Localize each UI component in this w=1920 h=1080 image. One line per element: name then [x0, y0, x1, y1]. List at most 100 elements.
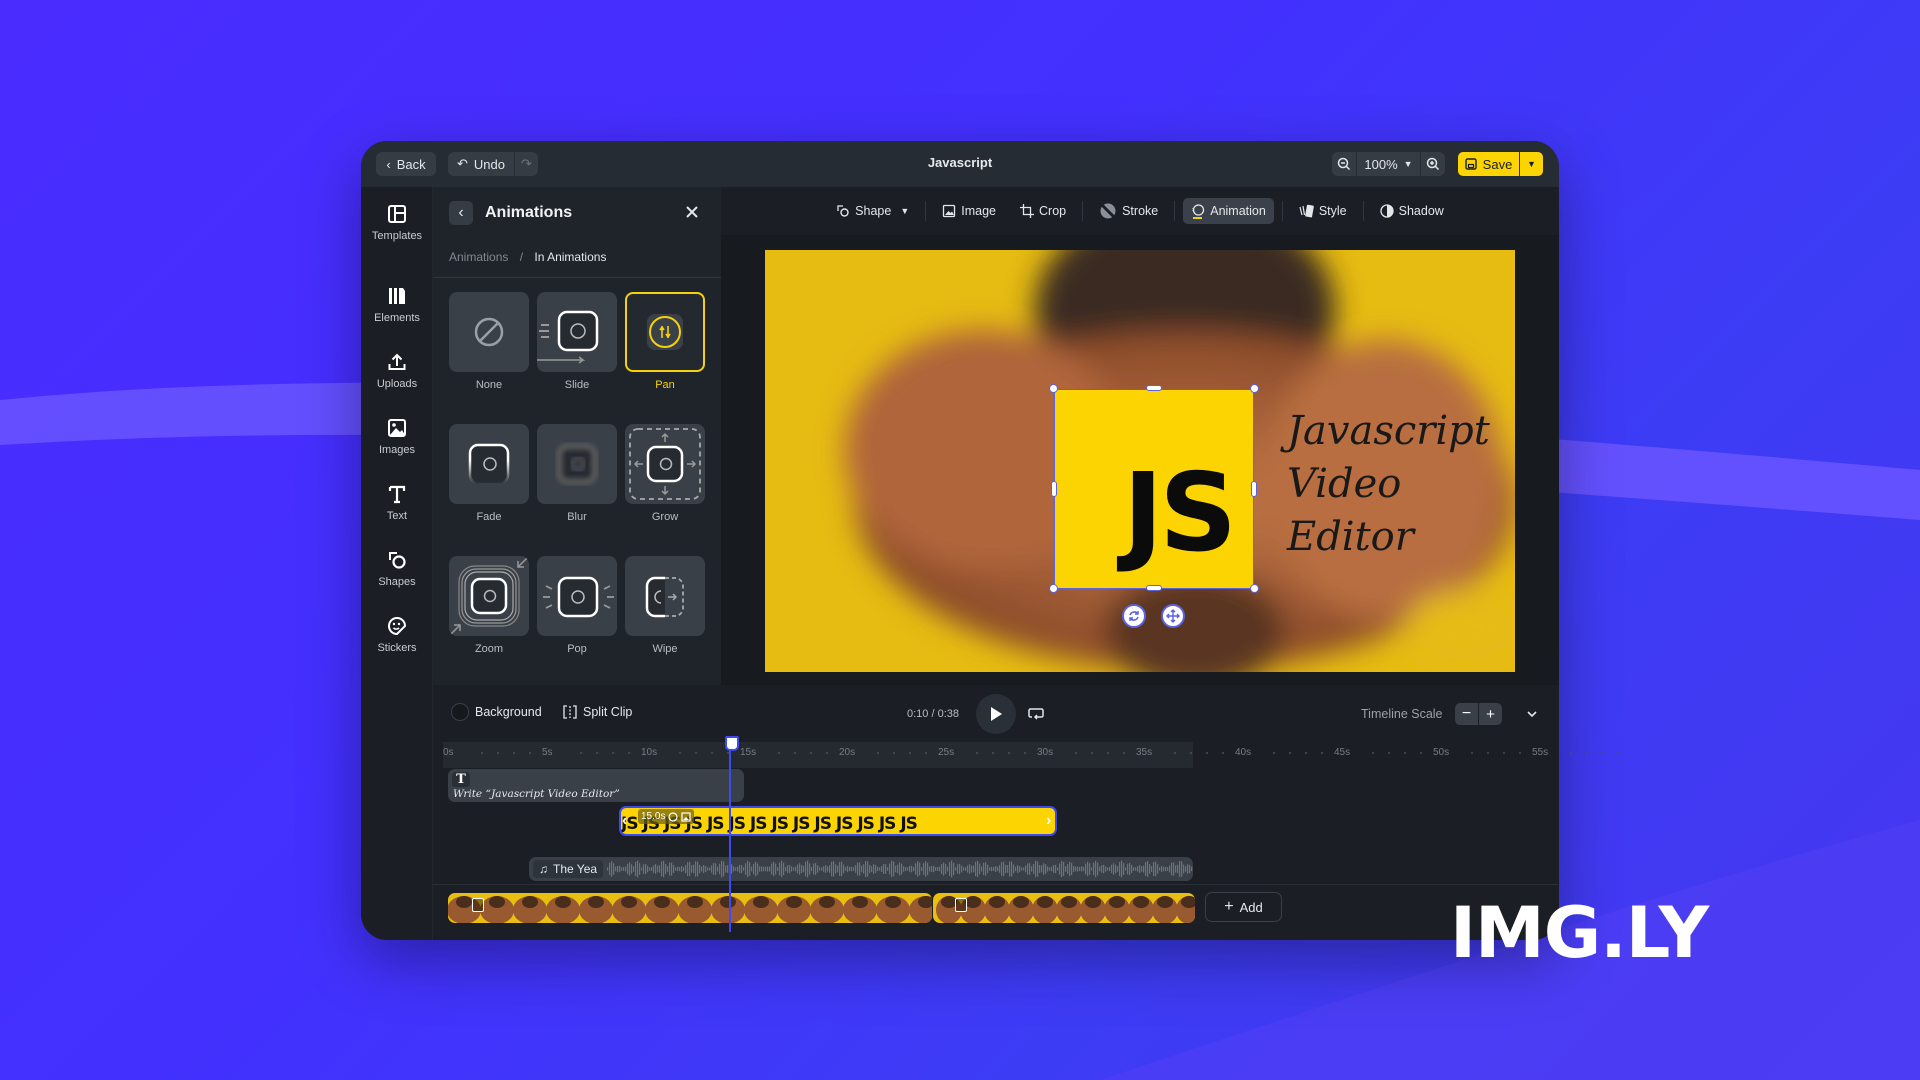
rotate-icon — [1129, 611, 1139, 621]
caption-text[interactable]: Javascript Video Editor — [1287, 405, 1490, 564]
tool-style[interactable]: Style — [1291, 198, 1355, 224]
video-clip-1-thumbnails — [448, 893, 932, 923]
video-clip-2[interactable] — [933, 893, 1195, 923]
ruler-tick: 45s — [1334, 747, 1351, 758]
timeline-scale-increase[interactable]: + — [1479, 703, 1502, 725]
animation-grow[interactable] — [625, 424, 705, 504]
ruler-tick: 20s — [839, 747, 856, 758]
animation-zoom[interactable] — [449, 556, 529, 636]
loop-icon[interactable] — [1028, 707, 1044, 721]
animation-pan[interactable] — [625, 292, 705, 372]
upload-icon — [388, 353, 406, 370]
ruler-tick: 25s — [938, 747, 955, 758]
nav-stickers[interactable]: Stickers — [361, 615, 433, 667]
play-button[interactable] — [976, 694, 1016, 734]
clip-trim-left[interactable]: ‹ — [622, 812, 630, 830]
nav-shapes[interactable]: Shapes — [361, 549, 433, 601]
audio-clip[interactable]: ♫ The Yea — [529, 857, 1193, 881]
shape-icon — [837, 205, 849, 217]
ruler-subtick — [1570, 752, 1572, 754]
text-clip[interactable]: T Write “Javascript Video Editor” — [448, 769, 744, 802]
caret-down-icon: ▼ — [1527, 159, 1536, 169]
animation-fade[interactable] — [449, 424, 529, 504]
ruler-subtick — [1321, 752, 1323, 754]
add-clip-button[interactable]: + Add — [1205, 892, 1282, 922]
playhead[interactable] — [725, 736, 739, 932]
tool-shadow[interactable]: Shadow — [1372, 198, 1452, 224]
divider — [1281, 201, 1283, 221]
animation-icon — [668, 811, 679, 822]
tool-animation[interactable]: Animation — [1183, 198, 1274, 224]
nav-text[interactable]: Text — [361, 483, 433, 535]
divider — [433, 884, 1558, 885]
resize-handle-right[interactable] — [1251, 481, 1257, 497]
caret-down-icon: ▼ — [1403, 159, 1413, 169]
animation-pop[interactable] — [537, 556, 617, 636]
resize-handle-tl[interactable] — [1049, 384, 1058, 393]
animation-none[interactable] — [449, 292, 529, 372]
ruler-subtick — [596, 752, 598, 754]
breadcrumb-root[interactable]: Animations — [449, 250, 508, 264]
resize-handle-bottom[interactable] — [1146, 585, 1162, 591]
ruler-subtick — [877, 752, 879, 754]
ruler-subtick — [1586, 752, 1588, 754]
divider — [925, 201, 927, 221]
ruler-subtick — [1273, 752, 1275, 754]
clip-trim-right[interactable]: › — [1046, 812, 1054, 830]
nav-images[interactable]: Images — [361, 417, 433, 469]
ruler-subtick — [1123, 752, 1125, 754]
zoom-out-button[interactable] — [1332, 152, 1356, 176]
save-options-button[interactable]: ▼ — [1520, 152, 1543, 176]
nav-templates[interactable]: Templates — [361, 203, 433, 255]
ruler-subtick — [1190, 752, 1192, 754]
split-clip-button[interactable]: Split Clip — [563, 705, 632, 719]
resize-handle-bl[interactable] — [1049, 584, 1058, 593]
animations-panel: ‹ Animations Animations / In Animations … — [433, 187, 721, 685]
logo-clip[interactable]: JS JS JS JS JS JS JS JS JS JS JS JS JS J… — [619, 806, 1057, 836]
sticker-icon — [388, 616, 407, 636]
divider — [433, 277, 721, 278]
js-logo-element[interactable]: JS — [1054, 389, 1254, 589]
animation-blur[interactable] — [537, 424, 617, 504]
none-icon — [474, 317, 504, 347]
ruler-subtick — [1519, 752, 1521, 754]
timeline-scale-decrease[interactable]: − — [1455, 703, 1478, 725]
animation-slide[interactable] — [537, 292, 617, 372]
timeline-scale-label: Timeline Scale — [1361, 707, 1443, 721]
resize-handle-left[interactable] — [1051, 481, 1057, 497]
resize-handle-top[interactable] — [1146, 385, 1162, 391]
move-button[interactable] — [1161, 604, 1185, 628]
resize-handle-tr[interactable] — [1250, 384, 1259, 393]
panel-back-button[interactable]: ‹ — [449, 201, 473, 225]
tool-stroke[interactable]: Stroke — [1091, 198, 1166, 224]
video-clip-1[interactable] — [448, 893, 932, 923]
ruler-subtick — [1008, 752, 1010, 754]
collapse-timeline-icon[interactable] — [1526, 710, 1538, 718]
ruler-tick: 30s — [1037, 747, 1054, 758]
ruler-tick: 15s — [740, 747, 757, 758]
play-icon — [991, 707, 1002, 721]
shapes-icon — [389, 552, 406, 569]
resize-handle-br[interactable] — [1250, 584, 1259, 593]
tool-crop[interactable]: Crop — [1012, 198, 1074, 224]
nav-uploads[interactable]: Uploads — [361, 351, 433, 403]
ruler-subtick — [1372, 752, 1374, 754]
nav-elements[interactable]: Elements — [361, 285, 433, 337]
ruler-subtick — [992, 752, 994, 754]
background-color-swatch — [451, 703, 469, 721]
save-button[interactable]: Save — [1458, 152, 1519, 176]
rotate-button[interactable] — [1122, 604, 1146, 628]
zoom-level-dropdown[interactable]: 100% ▼ — [1357, 152, 1420, 176]
imgly-watermark: IMG.LY — [1450, 892, 1709, 974]
timeline-ruler[interactable]: 0s 5s 10s 15s 20s 25s 30s 35s 40s 45s 50s 55s — [443, 742, 1620, 768]
crop-icon — [1020, 204, 1034, 218]
zoom-in-button[interactable] — [1421, 152, 1445, 176]
tool-image[interactable]: Image — [934, 198, 1004, 224]
ruler-subtick — [628, 752, 630, 754]
save-icon — [1464, 158, 1477, 170]
animation-wipe[interactable] — [625, 556, 705, 636]
close-icon[interactable] — [681, 201, 703, 223]
tool-shape[interactable]: Shape ▼ — [828, 198, 917, 224]
audio-clip-label: ♫ The Yea — [533, 860, 604, 878]
background-toggle[interactable]: Background — [451, 703, 542, 721]
